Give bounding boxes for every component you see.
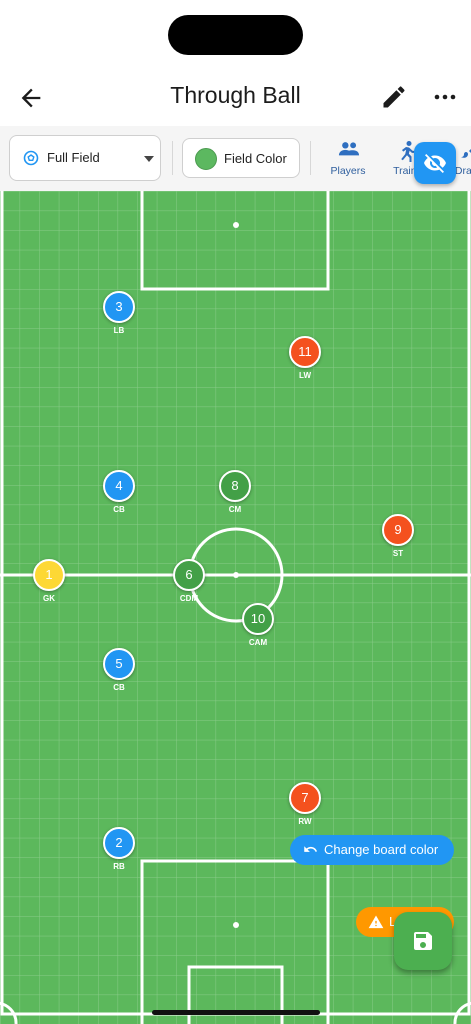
player-position: CM: [228, 505, 242, 514]
eye-off-icon: [424, 154, 446, 173]
player-disc: 1: [33, 559, 65, 591]
soccer-field[interactable]: 3 LB 11 LW 4 CB 8 CM 9 ST 1 GK 6 CDM 10 …: [0, 191, 471, 1024]
visibility-toggle-button[interactable]: [414, 142, 456, 184]
player-position: ST: [392, 549, 404, 558]
player-disc: 5: [103, 648, 135, 680]
snackbar-label: Change board color: [324, 842, 439, 857]
dynamic-island: [168, 15, 303, 55]
player-position: LB: [113, 326, 125, 335]
top-penalty-spot: [233, 222, 239, 228]
soccer-ball-icon: [23, 150, 39, 166]
player-position: CAM: [248, 638, 268, 647]
player-disc: 10: [242, 603, 274, 635]
player-disc: 4: [103, 470, 135, 502]
player-position: CDM: [179, 594, 199, 603]
bottom-penalty-spot: [233, 922, 239, 928]
field-color-label: Field Color: [224, 151, 287, 166]
save-icon: [414, 932, 432, 950]
status-time: 8:25: [68, 24, 107, 45]
players-tool[interactable]: Players: [320, 138, 376, 180]
status-bar: 8:25: [0, 0, 471, 70]
toolbar-divider: [172, 141, 173, 175]
player-disc: 7: [289, 782, 321, 814]
board-toolbar: Full Field Field Color Players Traini Dr…: [0, 126, 471, 191]
field-view-dropdown[interactable]: Full Field: [9, 135, 161, 181]
player-disc: 8: [219, 470, 251, 502]
undo-icon: [304, 846, 318, 852]
player-position: CB: [113, 683, 125, 692]
player-position: RB: [113, 862, 125, 871]
save-button[interactable]: [394, 912, 452, 970]
players-icon: [338, 142, 360, 156]
player-position: GK: [43, 594, 55, 603]
home-indicator: [152, 1010, 320, 1015]
edit-pencil-icon[interactable]: [380, 83, 408, 111]
players-tool-label: Players: [330, 165, 366, 177]
change-board-color-snackbar[interactable]: Change board color: [290, 835, 454, 865]
field-grid: [0, 191, 471, 1024]
toolbar-divider: [310, 141, 311, 175]
player-disc: 6: [173, 559, 205, 591]
app-bar: Through Ball: [0, 70, 471, 126]
warning-triangle-icon: [368, 915, 384, 929]
wifi-icon: [365, 26, 385, 41]
draw-brush-icon: [461, 149, 471, 158]
center-spot: [233, 572, 239, 578]
player-disc: 11: [289, 336, 321, 368]
player-disc: 3: [103, 291, 135, 323]
field-view-selected: Full Field: [47, 150, 100, 165]
field-markings: [0, 191, 471, 1024]
field-color-button[interactable]: Field Color: [182, 138, 300, 178]
player-position: LW: [299, 371, 311, 380]
more-options-icon[interactable]: [432, 83, 458, 111]
field-color-swatch: [195, 148, 217, 170]
player-disc: 9: [382, 514, 414, 546]
chevron-down-icon: [144, 156, 154, 162]
player-disc: 2: [103, 827, 135, 859]
battery-icon: [395, 28, 422, 41]
player-position: RW: [298, 817, 312, 826]
player-position: CB: [113, 505, 125, 514]
